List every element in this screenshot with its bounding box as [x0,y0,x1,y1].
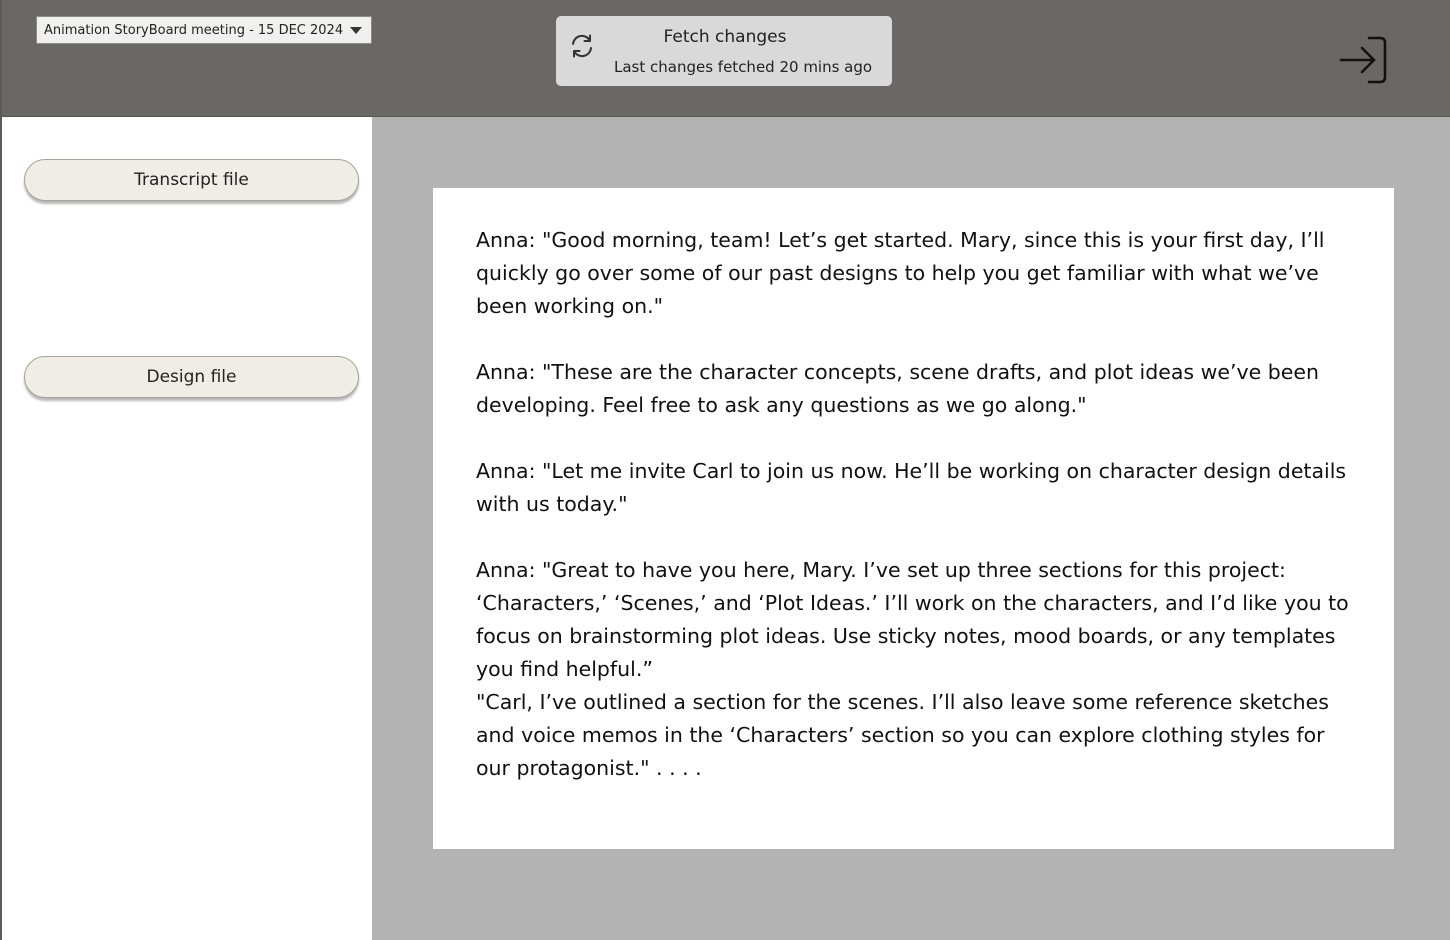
last-fetched-status: Last changes fetched 20 mins ago [614,58,873,76]
sidebar: Transcript file Design file [4,117,372,940]
transcript-paragraph: Anna: "Good morning, team! Let’s get sta… [476,228,1331,318]
fetch-changes-label: Fetch changes [663,27,787,47]
sign-in-arrow-icon[interactable] [1338,35,1388,85]
transcript-paragraph: "Carl, I’ve outlined a section for the s… [476,690,1336,780]
design-file-label: Design file [146,367,237,387]
transcript-file-label: Transcript file [134,170,249,190]
meeting-select[interactable]: Animation StoryBoard meeting - 15 DEC 20… [36,16,372,44]
fetch-changes-button[interactable]: Fetch changes Last changes fetched 20 mi… [556,16,892,86]
transcript-paragraph: Anna: "These are the character concepts,… [476,360,1326,417]
main-content: Anna: "Good morning, team! Let’s get sta… [372,117,1450,940]
chevron-down-icon[interactable] [350,27,362,34]
transcript-paragraph: Anna: "Great to have you here, Mary. I’v… [476,558,1356,681]
top-bar: Animation StoryBoard meeting - 15 DEC 20… [2,0,1450,117]
app-window: Animation StoryBoard meeting - 15 DEC 20… [0,0,1450,940]
design-file-button[interactable]: Design file [24,356,359,398]
transcript-paragraph: Anna: "Let me invite Carl to join us now… [476,459,1353,516]
transcript-document: Anna: "Good morning, team! Let’s get sta… [433,188,1394,849]
meeting-select-value: Animation StoryBoard meeting - 15 DEC 20… [44,22,344,38]
transcript-file-button[interactable]: Transcript file [24,159,359,201]
